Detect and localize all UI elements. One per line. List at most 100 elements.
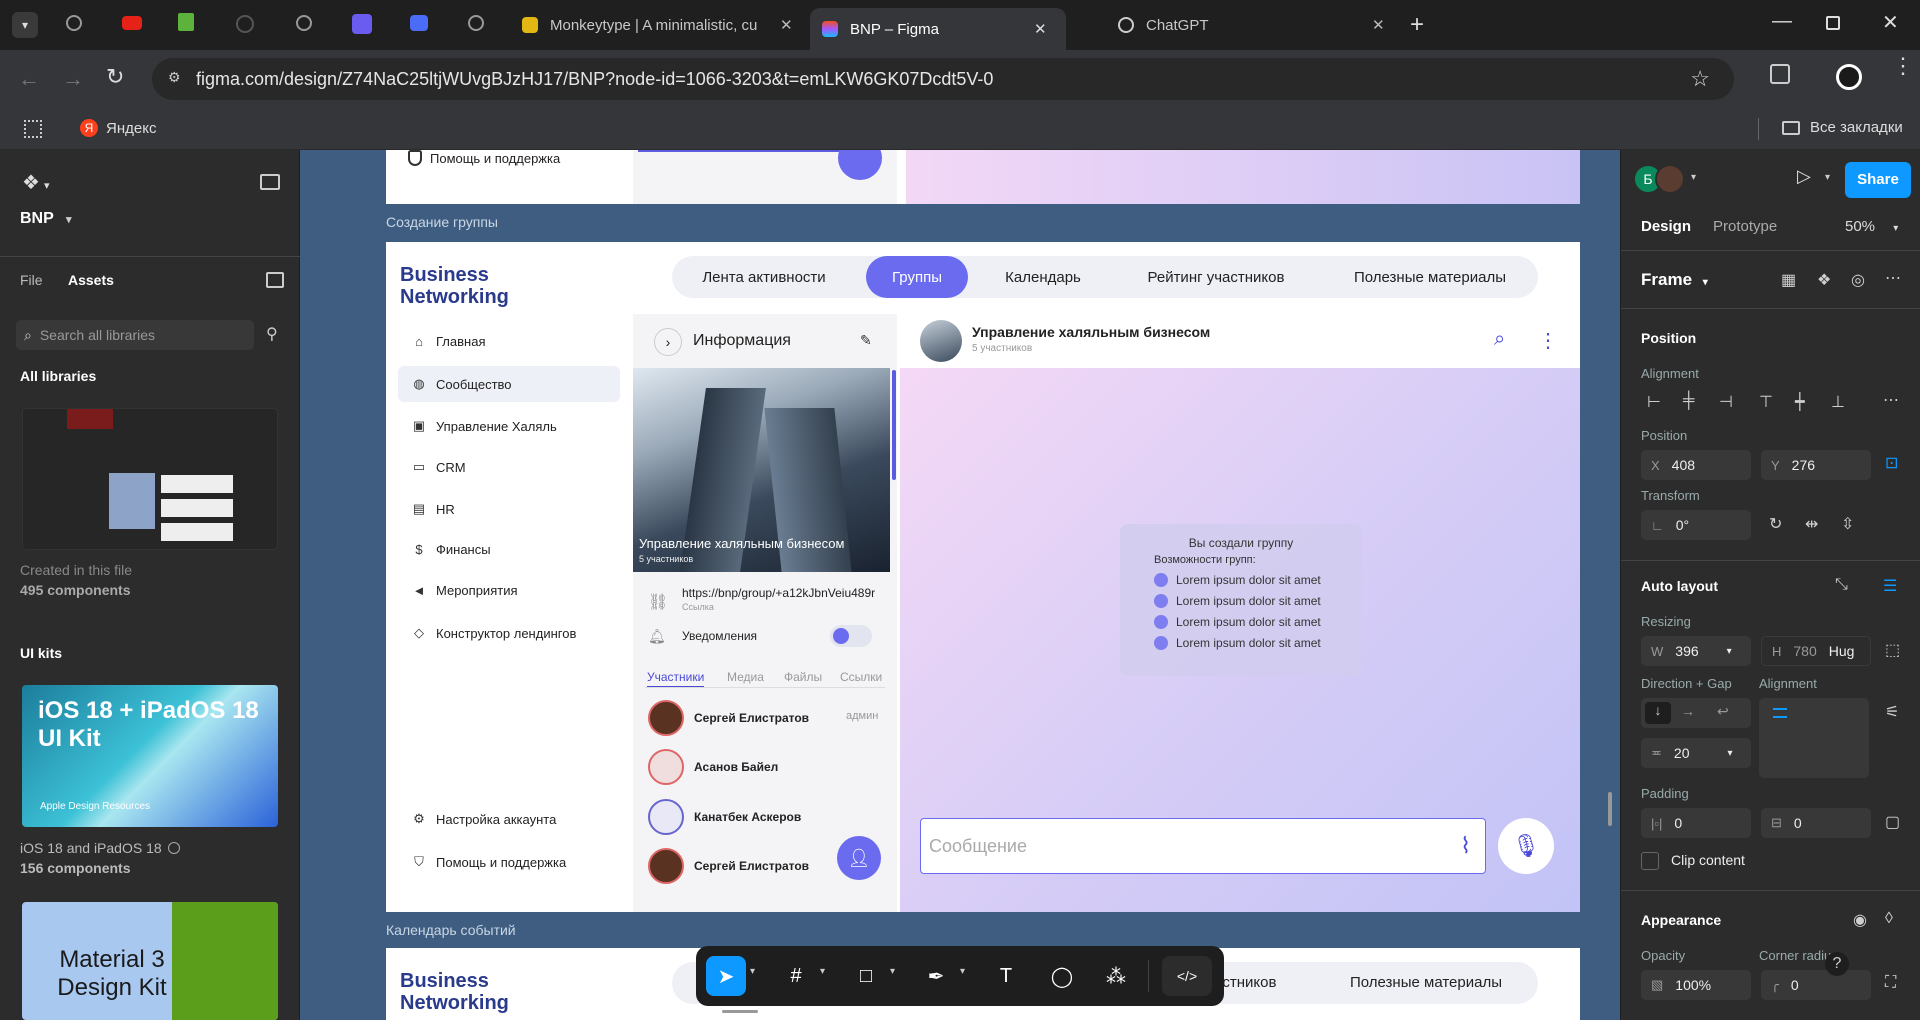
site-info-icon[interactable]: ⚙ (168, 69, 181, 86)
ios-kit-card[interactable]: iOS 18 + iPadOS 18 UI Kit Apple Design R… (22, 685, 278, 827)
alignment-settings-icon[interactable]: ⚟ (1885, 702, 1899, 722)
comment-tool-icon[interactable]: ◯ (1042, 956, 1082, 996)
chat-menu-icon[interactable]: ⋮ (1538, 328, 1558, 353)
align-center-h-icon[interactable]: ╪ (1683, 392, 1694, 410)
member-row[interactable]: Асанов Байел (648, 749, 778, 785)
padding-horizontal-input[interactable]: |▫| 0 (1641, 808, 1751, 838)
project-name[interactable]: BNP ▾ (20, 210, 71, 228)
tab-prototype[interactable]: Prototype (1713, 218, 1777, 235)
pill-rating[interactable]: Рейтинг участников (1130, 256, 1302, 298)
nav-help[interactable]: ⛉ Помощь и поддержка (410, 854, 566, 870)
tab-design[interactable]: Design (1641, 218, 1691, 235)
align-left-icon[interactable]: ⊢ (1647, 392, 1661, 412)
independent-corners-icon[interactable]: ⛶ (1885, 974, 1896, 992)
zoom-level[interactable]: 50% ▾ (1845, 218, 1898, 235)
library-book-icon[interactable] (266, 272, 284, 288)
flip-vertical-icon[interactable]: ⇳ (1841, 514, 1854, 534)
browser-menu-icon[interactable]: ⋮ (1892, 55, 1914, 77)
nav-events[interactable]: ◄ Мероприятия (410, 583, 518, 598)
material-kit-card[interactable]: Material 3 Design Kit (22, 902, 278, 1020)
pinned-tab-s-icon[interactable] (352, 14, 372, 34)
auto-layout-toggle-icon[interactable]: ☰ (1883, 576, 1897, 596)
canvas-h-scroll[interactable] (722, 1010, 758, 1013)
dev-mode-code-icon[interactable]: </> (1162, 956, 1212, 996)
pen-tool-chevron-icon[interactable]: ▾ (960, 966, 965, 977)
address-bar[interactable]: ⚙ figma.com/design/Z74NaC25ltjWUvgBJzHJ1… (152, 58, 1734, 100)
nav-finance[interactable]: $ Финансы (410, 542, 490, 557)
alignment-grid[interactable] (1759, 698, 1869, 778)
notifications-toggle[interactable] (830, 625, 872, 647)
shape-tool-chevron-icon[interactable]: ▾ (890, 966, 895, 977)
present-play-icon[interactable]: ▷ (1797, 166, 1811, 187)
member-row[interactable]: Сергей Елистратов (648, 848, 809, 884)
height-input[interactable]: H 780 Hug (1761, 636, 1871, 666)
pill-groups[interactable]: Группы (866, 256, 968, 298)
member-tab-participants[interactable]: Участники (647, 670, 705, 688)
more-options-icon[interactable]: ⋯ (1885, 268, 1901, 288)
minimize-icon[interactable]: — (1772, 10, 1792, 33)
resize-to-fit-icon[interactable]: ⬚ (1885, 640, 1900, 660)
nav-crm[interactable]: ▭ CRM (410, 459, 466, 475)
pill-materials[interactable]: Полезные материалы (1336, 256, 1524, 298)
reload-icon[interactable]: ↻ (106, 64, 124, 90)
forward-arrow-icon[interactable]: → (62, 66, 84, 92)
grid-icon[interactable]: ▦ (1781, 270, 1796, 290)
text-tool-icon[interactable]: T (986, 956, 1026, 996)
nav-landing-builder[interactable]: ◇ Конструктор лендингов (410, 625, 576, 641)
padding-vertical-input[interactable]: ⊟ 0 (1761, 808, 1871, 838)
frame-type-selector[interactable]: Frame ▾ (1641, 270, 1708, 290)
toggle-sidebar-icon[interactable] (260, 174, 280, 190)
message-input[interactable]: Сообщение ⌇ (920, 818, 1486, 874)
gap-input[interactable]: ≖ 20 ▾ (1641, 738, 1751, 768)
align-center-v-icon[interactable]: ┿ (1795, 392, 1805, 412)
tab-monkeytype[interactable]: Monkeytype | A minimalistic, cu ✕ (518, 8, 804, 42)
add-member-button[interactable]: 👤︎ (837, 836, 881, 880)
back-arrow-icon[interactable]: ← (18, 66, 40, 92)
clip-content-checkbox[interactable] (1641, 852, 1659, 870)
direction-vertical-icon[interactable]: ↓ (1645, 702, 1671, 724)
align-top-icon[interactable]: ⊤ (1759, 392, 1773, 412)
attach-paperclip-icon[interactable]: ⌇ (1460, 833, 1471, 859)
move-tool-chevron-icon[interactable]: ▾ (750, 966, 755, 977)
tab-file[interactable]: File (20, 272, 43, 288)
close-window-icon[interactable]: ✕ (1882, 10, 1899, 35)
corner-radius-input[interactable]: ╭ 0 (1761, 970, 1871, 1000)
extensions-puzzle-icon[interactable] (1770, 64, 1790, 84)
pinned-tab-youtube-icon[interactable] (122, 16, 142, 30)
nav-halal[interactable]: ▣ Управление Халяль (410, 418, 557, 434)
pill-materials-bottom[interactable]: Полезные материалы (1350, 974, 1502, 991)
profile-avatar[interactable] (1836, 64, 1862, 90)
close-icon[interactable]: ✕ (1372, 16, 1385, 34)
flip-horizontal-icon[interactable]: ⇹ (1805, 514, 1818, 534)
member-tab-files[interactable]: Файлы (784, 670, 822, 684)
frame-prev[interactable]: Помощь и поддержка (386, 150, 1580, 204)
info-scrollbar[interactable] (892, 370, 896, 480)
file-library-thumbnail[interactable] (22, 408, 278, 550)
mask-icon[interactable]: ◎ (1851, 270, 1865, 290)
component-icon[interactable]: ❖ (1817, 270, 1831, 290)
member-tab-links[interactable]: Ссылки (840, 670, 882, 684)
direction-horizontal-icon[interactable]: → (1681, 703, 1695, 719)
rotate-90-icon[interactable]: ↻ (1769, 514, 1782, 534)
close-icon[interactable]: ✕ (780, 16, 793, 34)
blend-mode-drop-icon[interactable]: ◊ (1885, 910, 1893, 928)
tab-chatgpt[interactable]: ChatGPT ✕ (1110, 8, 1390, 42)
pill-activity[interactable]: Лента активности (672, 256, 856, 298)
y-input[interactable]: Y 276 (1761, 450, 1871, 480)
frame-label-create-group[interactable]: Создание группы (386, 214, 498, 230)
mic-button[interactable]: 🎙︎ (1498, 818, 1554, 874)
help-question-icon[interactable]: ? (1825, 952, 1849, 976)
tab-figma[interactable]: BNP – Figma ✕ (810, 8, 1066, 50)
chat-search-icon[interactable]: ⌕ (1494, 328, 1505, 351)
constraints-icon[interactable]: ⊡ (1885, 453, 1898, 473)
restore-icon[interactable] (1826, 16, 1840, 30)
more-align-icon[interactable]: ⋯ (1883, 390, 1899, 410)
visibility-eye-icon[interactable]: ◉ (1853, 910, 1867, 930)
move-tool-cursor-icon[interactable]: ➤ (706, 956, 746, 996)
opacity-input[interactable]: ▧ 100% (1641, 970, 1751, 1000)
close-icon[interactable]: ✕ (1034, 20, 1047, 38)
member-row[interactable]: Сергей Елистратов (648, 700, 809, 736)
tab-search-icon[interactable]: ▾ (12, 12, 38, 38)
direction-wrap-icon[interactable]: ↩ (1717, 703, 1729, 720)
member-tab-media[interactable]: Медиа (727, 670, 764, 684)
